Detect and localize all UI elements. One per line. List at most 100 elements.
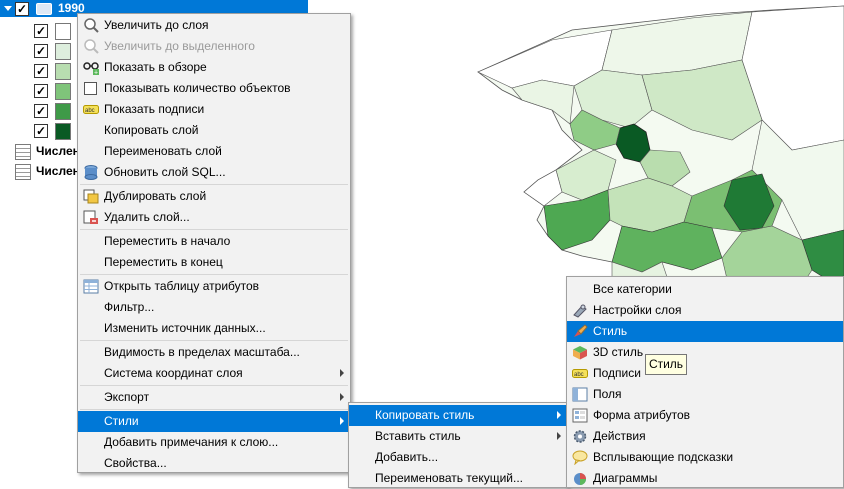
menu-item-label: Открыть таблицу атрибутов	[104, 279, 260, 293]
legend-checkbox[interactable]: ✓	[34, 104, 48, 118]
context-menu-item-7[interactable]: Обновить слой SQL...	[78, 162, 350, 183]
legend-row[interactable]: ✓	[0, 41, 80, 61]
legend-color-swatch	[55, 103, 71, 120]
layer-visibility-checkbox[interactable]: ✓	[15, 2, 29, 16]
attribute-form-icon	[572, 408, 588, 423]
context-menu-item-13[interactable]: Фильтр...	[78, 297, 350, 318]
context-menu-item-16[interactable]: Система координат слоя	[78, 363, 350, 384]
legend-checkbox[interactable]: ✓	[34, 124, 48, 138]
legend-row[interactable]: ✓	[0, 81, 80, 101]
menu-item-label: Действия	[593, 429, 646, 443]
svg-text:abc: abc	[85, 108, 95, 114]
menu-separator	[80, 385, 348, 386]
svg-text:+: +	[94, 70, 98, 76]
copy-style-item-2[interactable]: Стиль	[567, 321, 843, 342]
legend-color-swatch	[55, 123, 71, 140]
table-layer-label: Числен	[36, 164, 80, 178]
menu-item-label: Экспорт	[104, 390, 150, 404]
layer-context-menu: Увеличить до слоя Увеличить до выделенног…	[77, 13, 351, 473]
context-menu-item-1[interactable]: Увеличить до выделенного	[78, 36, 350, 57]
context-menu-item-8[interactable]: Дублировать слой	[78, 186, 350, 207]
context-menu-item-20[interactable]: Свойства...	[78, 453, 350, 474]
polygon-layer-icon	[36, 3, 52, 15]
legend-color-swatch	[55, 63, 71, 80]
svg-text:abc: abc	[574, 372, 584, 378]
labels-abc-icon: abc	[83, 102, 99, 117]
context-menu-item-14[interactable]: Изменить источник данных...	[78, 318, 350, 339]
menu-separator	[80, 184, 348, 185]
legend-row[interactable]: ✓	[0, 61, 80, 81]
menu-item-label: Поля	[593, 387, 622, 401]
menu-item-label: Копировать слой	[104, 123, 199, 137]
copy-style-item-4[interactable]: abc Подписи	[567, 363, 843, 384]
legend-color-swatch	[55, 23, 71, 40]
menu-item-label: Добавить...	[375, 450, 439, 464]
styles-menu-item-1[interactable]: Вставить стиль	[349, 426, 567, 447]
table-layer-row[interactable]: Числен	[0, 141, 80, 161]
copy-style-submenu: Все категории Настройки слоя Стиль 3D стиль…	[566, 276, 844, 488]
styles-menu-item-2[interactable]: Добавить...	[349, 447, 567, 468]
legend-row[interactable]: ✓	[0, 21, 80, 41]
menu-item-label: Увеличить до выделенного	[104, 39, 255, 53]
context-menu-item-0[interactable]: Увеличить до слоя	[78, 15, 350, 36]
menu-item-label: Переместить в конец	[104, 255, 223, 269]
context-menu-item-9[interactable]: Удалить слой...	[78, 207, 350, 228]
copy-style-item-8[interactable]: Всплывающие подсказки	[567, 447, 843, 468]
context-menu-item-4[interactable]: abc Показать подписи	[78, 99, 350, 120]
copy-style-item-5[interactable]: Поля	[567, 384, 843, 405]
context-menu-item-19[interactable]: Добавить примечания к слою...	[78, 432, 350, 453]
copy-style-item-1[interactable]: Настройки слоя	[567, 300, 843, 321]
menu-item-label: Все категории	[593, 282, 672, 296]
context-menu-item-3[interactable]: Показывать количество объектов	[78, 78, 350, 99]
menu-item-label: Вставить стиль	[375, 429, 461, 443]
remove-layer-icon	[83, 210, 99, 225]
menu-item-label: Переименовать слой	[104, 144, 222, 158]
menu-item-label: Видимость в пределах масштаба...	[104, 345, 300, 359]
menu-item-label: 3D стиль	[593, 345, 644, 359]
context-menu-item-6[interactable]: Переименовать слой	[78, 141, 350, 162]
menu-item-label: Показать в обзоре	[104, 60, 207, 74]
table-layer-icon	[15, 164, 31, 180]
context-menu-item-2[interactable]: + Показать в обзоре	[78, 57, 350, 78]
layer-settings-icon	[572, 303, 588, 318]
menu-item-label: Настройки слоя	[593, 303, 682, 317]
table-layer-row[interactable]: Числен	[0, 161, 80, 181]
menu-item-label: Удалить слой...	[104, 210, 190, 224]
context-menu-item-10[interactable]: Переместить в начало	[78, 231, 350, 252]
context-menu-item-18[interactable]: Стили	[78, 411, 350, 432]
3d-cube-icon	[572, 345, 588, 360]
context-menu-item-11[interactable]: Переместить в конец	[78, 252, 350, 273]
menu-item-label: Всплывающие подсказки	[593, 450, 734, 464]
legend-row[interactable]: ✓	[0, 101, 80, 121]
context-menu-item-12[interactable]: Открыть таблицу атрибутов	[78, 276, 350, 297]
overview-glasses-icon: +	[83, 60, 99, 77]
checkbox-icon	[83, 81, 99, 96]
legend-checkbox[interactable]: ✓	[34, 24, 48, 38]
legend-checkbox[interactable]: ✓	[34, 44, 48, 58]
styles-submenu: Копировать стиль Вставить стиль Добавить..…	[348, 402, 568, 488]
legend-checkbox[interactable]: ✓	[34, 84, 48, 98]
fields-icon	[572, 387, 588, 402]
styles-menu-item-0[interactable]: Копировать стиль	[349, 405, 567, 426]
copy-style-item-3[interactable]: 3D стиль	[567, 342, 843, 363]
menu-item-label: Копировать стиль	[375, 408, 475, 422]
copy-style-item-7[interactable]: Действия	[567, 426, 843, 447]
tooltip: Стиль	[645, 354, 687, 375]
copy-style-item-6[interactable]: Форма атрибутов	[567, 405, 843, 426]
context-menu-item-5[interactable]: Копировать слой	[78, 120, 350, 141]
expand-arrow-icon[interactable]	[4, 6, 12, 11]
menu-item-label: Стиль	[593, 324, 628, 338]
menu-item-label: Свойства...	[104, 456, 167, 470]
zoom-layer-icon	[83, 18, 99, 33]
legend-checkbox[interactable]: ✓	[34, 64, 48, 78]
menu-item-label: Подписи	[593, 366, 641, 380]
menu-item-label: Показывать количество объектов	[104, 81, 291, 95]
menu-item-label: Добавить примечания к слою...	[104, 435, 279, 449]
legend-row[interactable]: ✓	[0, 121, 80, 141]
context-menu-item-17[interactable]: Экспорт	[78, 387, 350, 408]
context-menu-item-15[interactable]: Видимость в пределах масштаба...	[78, 342, 350, 363]
copy-style-item-0[interactable]: Все категории	[567, 279, 843, 300]
labels-abc-icon: abc	[572, 366, 588, 381]
style-paint-icon	[572, 324, 588, 339]
menu-separator	[80, 409, 348, 410]
